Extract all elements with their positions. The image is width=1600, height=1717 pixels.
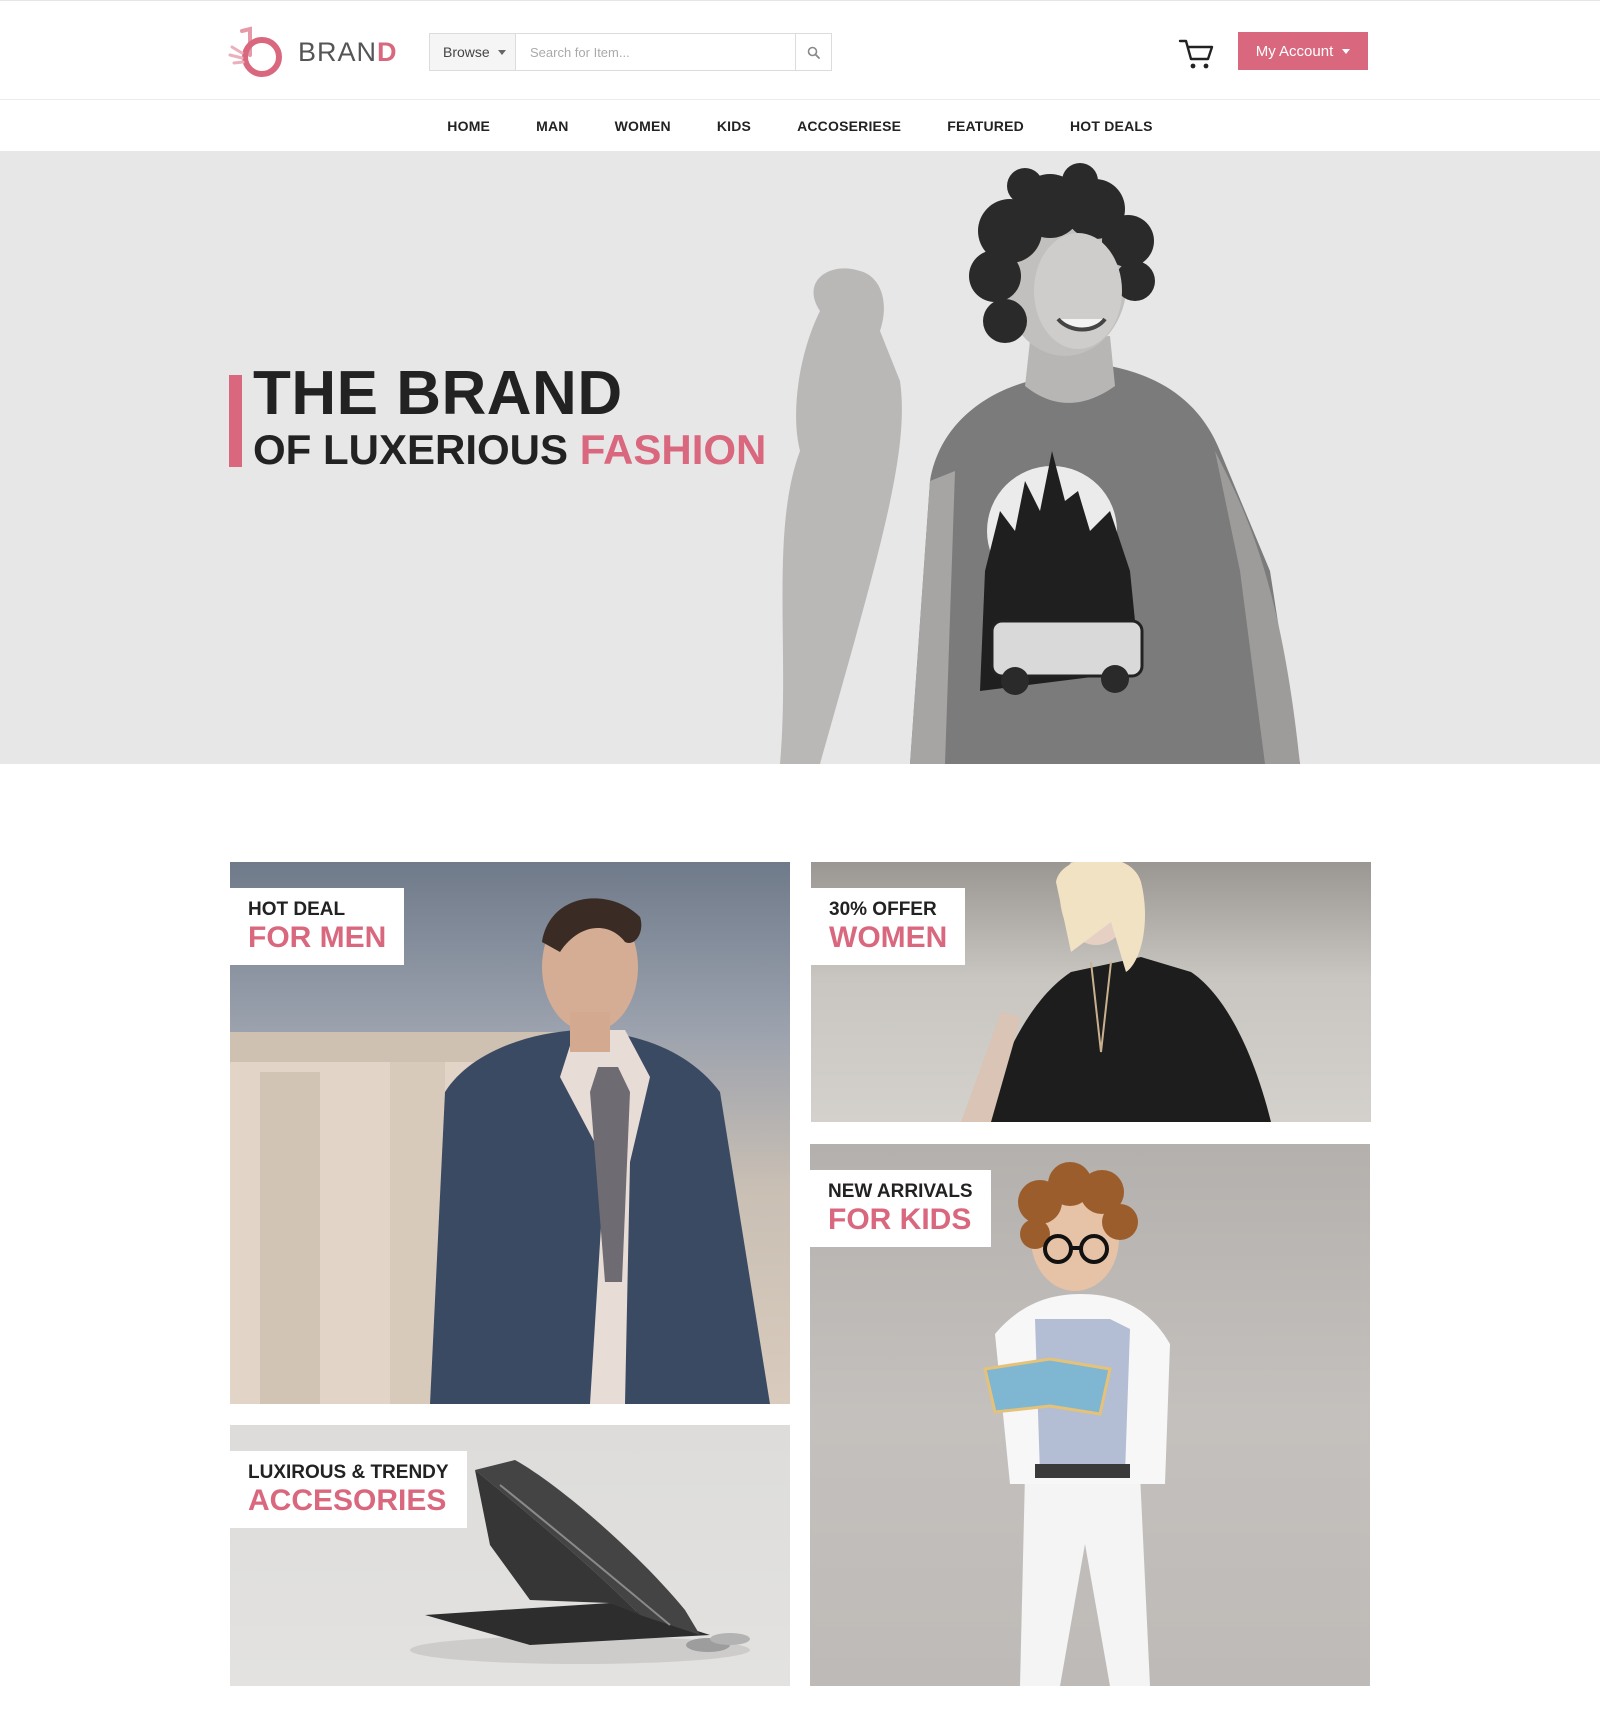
promo-men-label: HOT DEAL FOR MEN [230,888,405,966]
promo-men-kicker: HOT DEAL [248,899,346,920]
browse-label: Browse [443,44,490,60]
search-bar: Browse [429,33,832,71]
promo-women[interactable]: 30% OFFER WOMEN [811,862,1371,1122]
brand-name-regular: BRAN [298,36,378,67]
caret-down-icon [497,49,506,55]
promo-accessories[interactable]: LUXIROUS & TRENDY ACCESORIES [230,1425,790,1686]
hero-banner: THE BRAND OF LUXERIOUS FASHION [0,151,1600,764]
brand-logo[interactable]: BRAND [228,25,408,79]
nav-item-man[interactable]: MAN [536,118,568,134]
brand-logo-icon [228,25,286,79]
promo-women-label: 30% OFFER WOMEN [811,888,966,966]
promo-accessories-kicker: LUXIROUS & TRENDY [248,1462,449,1483]
nav-item-home[interactable]: HOME [447,118,490,134]
hero-accent-bar [229,375,242,467]
hero-model-image [780,163,1300,764]
nav-item-hot-deals[interactable]: HOT DEALS [1070,118,1153,134]
promo-women-kicker: 30% OFFER [829,899,937,920]
hero-subtitle: OF LUXERIOUS FASHION [253,429,766,471]
promo-kids-label: NEW ARRIVALS FOR KIDS [810,1170,991,1248]
search-button[interactable] [795,34,831,70]
promo-women-title: WOMEN [829,920,948,954]
promo-kids[interactable]: NEW ARRIVALS FOR KIDS [810,1144,1370,1686]
nav-item-women[interactable]: WOMEN [615,118,671,134]
promo-kids-kicker: NEW ARRIVALS [828,1181,973,1202]
cart-icon [1178,39,1214,69]
my-account-button[interactable]: My Account [1238,32,1368,70]
promo-accessories-title: ACCESORIES [248,1483,447,1517]
nav-item-accessories[interactable]: ACCOSERIESE [797,118,901,134]
promo-men-title: FOR MEN [248,920,387,954]
hero-subtitle-accent: FASHION [579,426,767,473]
site-header: BRAND Browse My Account [0,0,1600,100]
cart-button[interactable] [1178,37,1216,71]
hero-title: THE BRAND [253,359,623,428]
promo-men[interactable]: HOT DEAL FOR MEN [230,862,790,1404]
brand-name: BRAND [298,37,398,68]
brand-name-accent: D [377,36,398,67]
search-icon [807,46,820,59]
search-input[interactable] [516,34,795,70]
caret-down-icon [1342,48,1351,54]
main-nav: HOME MAN WOMEN KIDS ACCOSERIESE FEATURED… [0,100,1600,151]
promo-kids-title: FOR KIDS [828,1202,972,1236]
my-account-label: My Account [1255,42,1334,60]
nav-item-kids[interactable]: KIDS [717,118,751,134]
nav-item-featured[interactable]: FEATURED [947,118,1024,134]
hero-subtitle-dark: OF LUXERIOUS [253,426,569,473]
browse-dropdown[interactable]: Browse [430,34,516,70]
promo-accessories-label: LUXIROUS & TRENDY ACCESORIES [230,1451,467,1529]
